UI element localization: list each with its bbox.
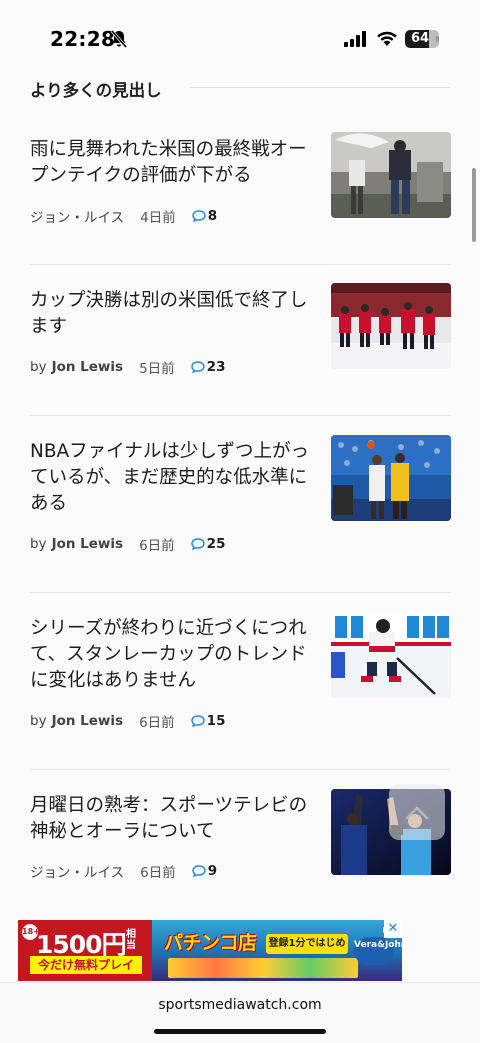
hockey-player-photo[interactable]: [331, 612, 451, 698]
back-to-top-button[interactable]: [389, 784, 445, 840]
section-title: より多くの見出し: [30, 81, 162, 100]
article-comments[interactable]: 9: [192, 863, 217, 879]
comment-count: 15: [206, 713, 226, 729]
comment-bubble-icon: [190, 715, 205, 727]
article-author-prefix: by: [30, 536, 47, 552]
battery-level: 64: [410, 31, 430, 46]
ad-brand-logo: Vera&John: [354, 937, 402, 965]
ad-banner[interactable]: 18+ 1500円 相当 今だけ無料プレイ パチンコ店 登録1分ではじめる Ve…: [18, 920, 402, 981]
ad-free-play: 今だけ無料プレイ: [30, 956, 142, 974]
home-indicator[interactable]: [154, 1029, 326, 1034]
article-author[interactable]: Jon Lewis: [52, 536, 124, 552]
article-date: 6日前: [139, 538, 175, 554]
article-item[interactable]: 月曜日の熟考：スポーツテレビの神秘とオーラについて ジョン・ルイス 6日前 9: [30, 789, 451, 881]
status-bar: 22:28 64: [0, 0, 480, 70]
comment-bubble-icon: [192, 210, 206, 222]
comment-bubble-icon: [190, 361, 205, 373]
article-item[interactable]: NBAファイナルは少しずつ上がっているが、まだ歴史的な低水準にある by Jon…: [30, 435, 451, 559]
url-domain[interactable]: sportsmediawatch.com: [0, 997, 480, 1013]
article-date: 5日前: [139, 361, 175, 377]
ad-cta-button[interactable]: 登録1分ではじめる: [266, 934, 348, 969]
wifi-icon: [377, 31, 397, 46]
article-author[interactable]: ジョン・ルイス: [30, 206, 124, 226]
article-comments[interactable]: 8: [192, 208, 217, 224]
comment-bubble-icon: [190, 538, 205, 550]
battery-icon: 64: [405, 30, 439, 48]
article-author-prefix: by: [30, 359, 47, 375]
article-item[interactable]: 雨に見舞われた米国の最終戦オープンテイクの評価が下がる ジョン・ルイス 4日前 …: [30, 132, 451, 226]
article-divider: [30, 592, 451, 593]
comment-count: 8: [207, 208, 218, 224]
bell-muted-icon: [111, 30, 127, 48]
article-headline[interactable]: NBAファイナルは少しずつ上がっているが、まだ歴史的な低水準にある: [30, 439, 315, 517]
article-comments[interactable]: 23: [190, 359, 226, 375]
article-comments[interactable]: 25: [190, 536, 226, 552]
chevron-up-icon: [405, 806, 429, 820]
section-divider: [190, 87, 450, 88]
hockey-celebration-photo[interactable]: [331, 283, 451, 369]
article-item[interactable]: シリーズが終わりに近づくにつれて、スタンレーカップのトレンドに変化はありません …: [30, 612, 451, 736]
article-author-prefix: by: [30, 713, 47, 729]
article-headline[interactable]: 雨に見舞われた米国の最終戦オープンテイクの評価が下がる: [30, 137, 315, 189]
cellular-signal-icon: [344, 31, 366, 47]
basketball-photo[interactable]: [331, 435, 451, 521]
article-divider: [30, 415, 451, 416]
ad-logo: パチンコ店: [164, 932, 257, 954]
article-author[interactable]: Jon Lewis: [52, 359, 124, 375]
article-item[interactable]: カップ決勝は別の米国低で終了します by Jon Lewis 5日前 23: [30, 283, 451, 377]
ad-close-icon[interactable]: ✕: [384, 920, 402, 938]
ad-promo-panel[interactable]: 18+ 1500円 相当 今だけ無料プレイ: [18, 920, 152, 981]
ad-slot-graphic: [168, 958, 358, 978]
section-header: より多くの見出し: [30, 77, 450, 100]
article-divider: [30, 264, 451, 265]
status-time: 22:28: [50, 27, 116, 51]
article-headline[interactable]: シリーズが終わりに近づくにつれて、スタンレーカップのトレンドに変化はありません: [30, 616, 315, 694]
scrollbar[interactable]: [472, 168, 476, 242]
browser-url-bar[interactable]: sportsmediawatch.com: [0, 982, 480, 1043]
comment-count: 9: [207, 863, 218, 879]
article-date: 4日前: [140, 210, 176, 226]
article-comments[interactable]: 15: [190, 713, 226, 729]
article-headline[interactable]: カップ決勝は別の米国低で終了します: [30, 288, 315, 340]
article-date: 6日前: [140, 865, 176, 881]
golf-photo[interactable]: [331, 132, 451, 218]
article-author[interactable]: Jon Lewis: [52, 713, 124, 729]
article-headline[interactable]: 月曜日の熟考：スポーツテレビの神秘とオーラについて: [30, 793, 315, 845]
article-date: 6日前: [139, 715, 175, 731]
article-divider: [30, 769, 451, 770]
ad-price-sub: 相当: [126, 929, 136, 951]
comment-count: 25: [206, 536, 226, 552]
comment-count: 23: [206, 359, 226, 375]
article-meta: by Jon Lewis 5日前 23: [30, 357, 225, 377]
article-meta: by Jon Lewis 6日前 15: [30, 711, 225, 731]
article-meta: ジョン・ルイス 4日前 8: [30, 206, 217, 226]
article-meta: by Jon Lewis 6日前 25: [30, 534, 225, 554]
article-meta: ジョン・ルイス 6日前 9: [30, 861, 217, 881]
comment-bubble-icon: [192, 865, 206, 877]
article-author[interactable]: ジョン・ルイス: [30, 861, 124, 881]
